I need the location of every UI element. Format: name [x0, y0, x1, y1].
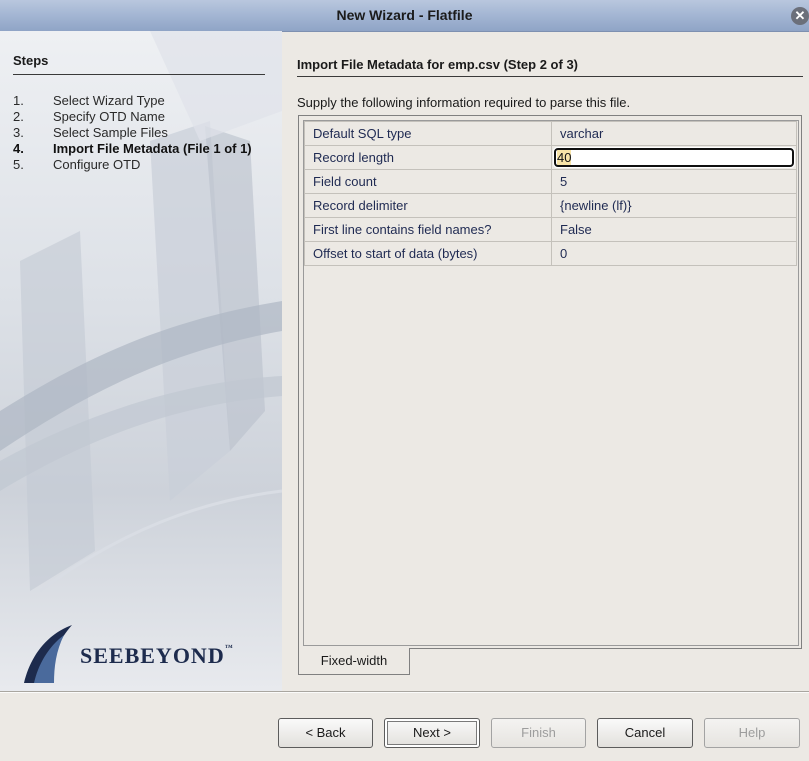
- property-value[interactable]: 0: [551, 241, 797, 266]
- property-value[interactable]: False: [551, 217, 797, 242]
- step-item-1: 1. Select Wizard Type: [13, 93, 165, 108]
- table-row[interactable]: Offset to start of data (bytes) 0: [304, 241, 797, 266]
- property-name: Field count: [304, 169, 552, 194]
- instructions-text: Supply the following information require…: [297, 95, 631, 110]
- property-value[interactable]: varchar: [551, 121, 797, 146]
- table-row[interactable]: Record length: [304, 145, 797, 170]
- title-bar[interactable]: New Wizard - Flatfile ✕: [0, 0, 809, 32]
- table-row[interactable]: Record delimiter {newline (lf)}: [304, 193, 797, 218]
- properties-table: Default SQL type varchar Record length F…: [304, 121, 797, 266]
- property-name: Default SQL type: [304, 121, 552, 146]
- next-button[interactable]: Next >: [384, 718, 480, 748]
- step-item-5: 5. Configure OTD: [13, 157, 141, 172]
- property-name: First line contains field names?: [304, 217, 552, 242]
- properties-panel: Default SQL type varchar Record length F…: [298, 115, 802, 649]
- property-name: Record length: [304, 145, 552, 170]
- step-item-2: 2. Specify OTD Name: [13, 109, 165, 124]
- title-divider: [297, 76, 803, 77]
- page-title: Import File Metadata for emp.csv (Step 2…: [297, 57, 578, 72]
- steps-list: 1. Select Wizard Type 2. Specify OTD Name …: [13, 93, 271, 173]
- seebeyond-logo: SEEBEYOND™: [20, 623, 260, 687]
- property-value[interactable]: 5: [551, 169, 797, 194]
- window-title: New Wizard - Flatfile: [336, 7, 473, 23]
- tab-fixed-width[interactable]: Fixed-width: [298, 648, 410, 675]
- help-button[interactable]: Help: [704, 718, 800, 748]
- table-row[interactable]: Field count 5: [304, 169, 797, 194]
- close-icon[interactable]: ✕: [791, 7, 809, 25]
- property-name: Offset to start of data (bytes): [304, 241, 552, 266]
- steps-divider: [13, 74, 265, 75]
- properties-table-area: Default SQL type varchar Record length F…: [303, 120, 799, 646]
- wizard-window: New Wizard - Flatfile ✕ Steps 1. Select W…: [0, 0, 809, 761]
- steps-heading: Steps: [13, 53, 49, 68]
- logo-swoosh-icon: [24, 625, 72, 683]
- property-name: Record delimiter: [304, 193, 552, 218]
- cancel-button[interactable]: Cancel: [597, 718, 693, 748]
- table-row[interactable]: Default SQL type varchar: [304, 121, 797, 146]
- steps-panel: Steps 1. Select Wizard Type 2. Specify OTD…: [0, 31, 282, 691]
- record-length-input[interactable]: [553, 147, 795, 168]
- step-item-4-current: 4. Import File Metadata (File 1 of 1): [13, 141, 252, 156]
- step-item-3: 3. Select Sample Files: [13, 125, 168, 140]
- property-value[interactable]: {newline (lf)}: [551, 193, 797, 218]
- table-row[interactable]: First line contains field names? False: [304, 217, 797, 242]
- back-button[interactable]: < Back: [278, 718, 373, 748]
- property-value-editor[interactable]: [551, 145, 797, 170]
- finish-button[interactable]: Finish: [491, 718, 586, 748]
